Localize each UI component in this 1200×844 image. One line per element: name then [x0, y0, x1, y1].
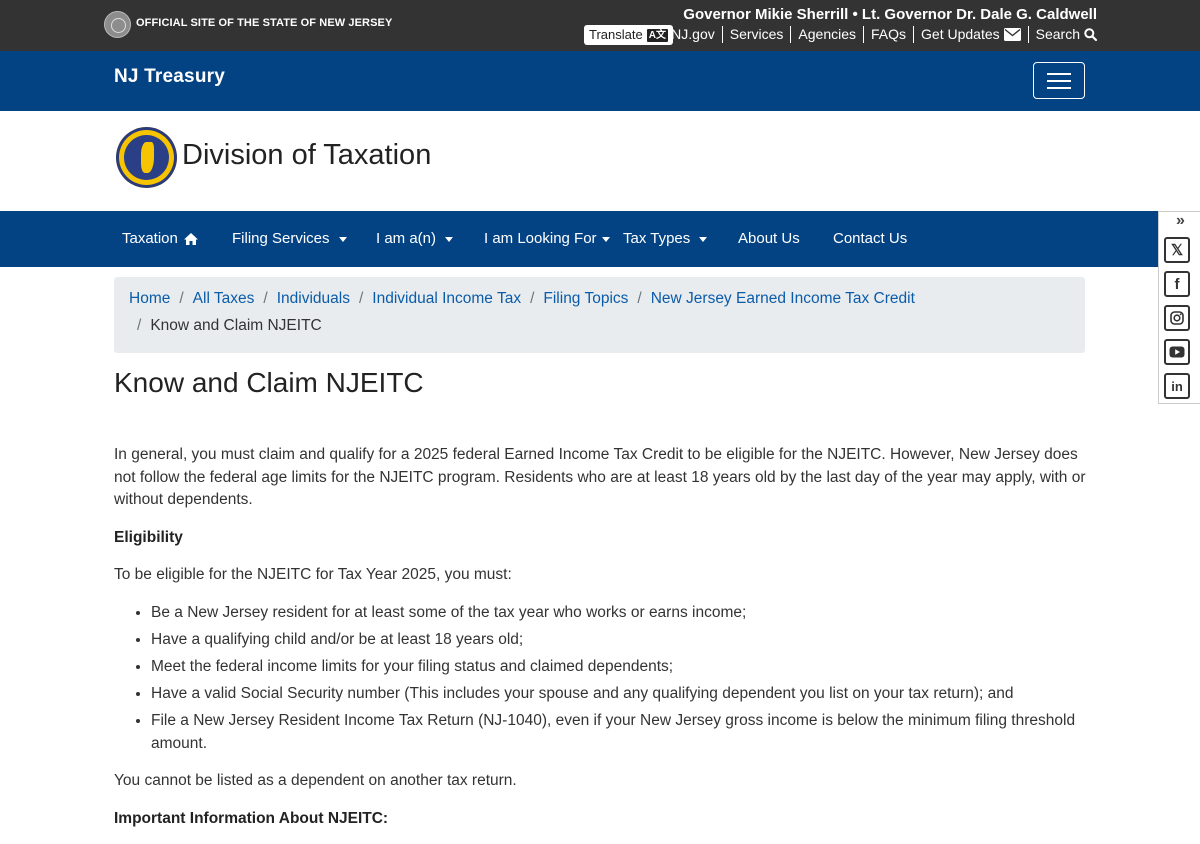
- breadcrumb-separator: /: [179, 290, 184, 307]
- njgov-link[interactable]: NJ.gov: [664, 26, 722, 43]
- services-link[interactable]: Services: [721, 26, 791, 43]
- breadcrumb-separator: /: [263, 290, 268, 307]
- agencies-link[interactable]: Agencies: [790, 26, 863, 43]
- nav-looking-for[interactable]: I am Looking For: [484, 211, 610, 267]
- top-utility-links: NJ.gov Services Agencies FAQs Get Update…: [664, 26, 1097, 43]
- nav-contact-us-label: Contact Us: [833, 230, 908, 247]
- dependent-note: You cannot be listed as a dependent on a…: [114, 772, 517, 789]
- faqs-link-label: FAQs: [871, 26, 907, 42]
- official-site-label: OFFICIAL SITE OF THE STATE OF NEW JERSEY: [136, 17, 393, 29]
- nj-state-seal-icon: [104, 11, 131, 38]
- main-navigation: Taxation Filing Services I am a(n) I am …: [0, 211, 1200, 267]
- envelope-icon: [1003, 28, 1021, 41]
- list-item: Have a valid Social Security number (Thi…: [151, 683, 1111, 706]
- collapse-chevron-icon[interactable]: »: [1176, 212, 1185, 230]
- services-link-label: Services: [729, 26, 784, 42]
- state-top-bar: OFFICIAL SITE OF THE STATE OF NEW JERSEY…: [0, 0, 1200, 51]
- eligibility-heading: Eligibility: [114, 529, 183, 546]
- nav-i-am-a-label: I am a(n): [376, 230, 437, 247]
- nav-i-am-a[interactable]: I am a(n): [376, 211, 454, 267]
- division-title-link[interactable]: Division of Taxation: [182, 139, 431, 172]
- eligibility-lead: To be eligible for the NJEITC for Tax Ye…: [114, 566, 512, 583]
- intro-paragraph: In general, you must claim and qualify f…: [114, 446, 1086, 508]
- nav-tax-types[interactable]: Tax Types: [623, 211, 708, 267]
- list-item: Meet the federal income limits for your …: [151, 656, 1111, 679]
- nav-about-us-label: About Us: [738, 230, 800, 247]
- hamburger-menu-icon[interactable]: [1033, 62, 1085, 99]
- eligibility-requirements-list: Be a New Jersey resident for at least so…: [114, 602, 1111, 760]
- search-link[interactable]: Search: [1027, 26, 1097, 43]
- chevron-down-icon: [445, 236, 454, 242]
- nav-tax-types-label: Tax Types: [623, 230, 691, 247]
- breadcrumb-all-taxes[interactable]: All Taxes: [193, 290, 255, 308]
- list-item: Have a qualifying child and/or be at lea…: [151, 629, 1111, 652]
- nav-filing-services-label: Filing Services: [232, 230, 330, 247]
- youtube-icon[interactable]: [1164, 339, 1190, 365]
- division-of-taxation-seal-icon: [116, 127, 177, 188]
- nav-filing-services[interactable]: Filing Services: [232, 211, 347, 267]
- home-icon: [183, 233, 198, 245]
- breadcrumb: Home / All Taxes / Individuals / Individ…: [114, 277, 1085, 353]
- get-updates-label: Get Updates: [921, 26, 1000, 42]
- breadcrumb-filing-topics[interactable]: Filing Topics: [543, 290, 628, 308]
- njgov-link-label: NJ.gov: [671, 26, 715, 42]
- breadcrumb-individual-income-tax[interactable]: Individual Income Tax: [372, 290, 521, 308]
- search-link-label: Search: [1035, 26, 1080, 42]
- important-info-heading: Important Information About NJEITC:: [114, 810, 389, 827]
- nav-taxation[interactable]: Taxation: [122, 211, 199, 267]
- page-title: Know and Claim NJEITC: [114, 367, 424, 398]
- breadcrumb-home[interactable]: Home: [129, 290, 170, 308]
- chevron-down-icon: [338, 236, 347, 242]
- nav-about-us[interactable]: About Us: [738, 211, 800, 267]
- social-sidebar: » 𝕏 f in: [1158, 211, 1200, 404]
- nj-treasury-link[interactable]: NJ Treasury: [114, 66, 225, 88]
- nav-contact-us[interactable]: Contact Us: [833, 211, 907, 267]
- chevron-down-icon: [699, 236, 708, 242]
- facebook-icon[interactable]: f: [1164, 271, 1190, 297]
- breadcrumb-separator: /: [637, 290, 642, 307]
- list-item: Be a New Jersey resident for at least so…: [151, 602, 1111, 625]
- breadcrumb-separator: /: [137, 317, 142, 334]
- nav-taxation-label: Taxation: [122, 230, 178, 247]
- breadcrumb-current: Know and Claim NJEITC: [150, 317, 322, 334]
- breadcrumb-individuals[interactable]: Individuals: [277, 290, 350, 308]
- breadcrumb-separator: /: [358, 290, 364, 307]
- breadcrumb-njeitc[interactable]: New Jersey Earned Income Tax Credit: [651, 290, 915, 308]
- treasury-header: NJ Treasury: [0, 51, 1200, 111]
- search-icon: [1084, 28, 1097, 41]
- translate-button[interactable]: Translate A文: [584, 25, 673, 45]
- faqs-link[interactable]: FAQs: [863, 26, 913, 43]
- translate-label: Translate: [589, 27, 643, 42]
- chevron-down-icon: [601, 236, 610, 242]
- x-twitter-icon[interactable]: 𝕏: [1164, 237, 1190, 263]
- linkedin-icon[interactable]: in: [1164, 373, 1190, 399]
- instagram-icon[interactable]: [1164, 305, 1190, 331]
- get-updates-link[interactable]: Get Updates: [913, 26, 1028, 43]
- breadcrumb-separator: /: [530, 290, 535, 307]
- nav-looking-for-label: I am Looking For: [484, 230, 597, 247]
- list-item: File a New Jersey Resident Income Tax Re…: [151, 710, 1111, 755]
- governor-line: Governor Mikie Sherrill • Lt. Governor D…: [683, 6, 1097, 23]
- agencies-link-label: Agencies: [798, 26, 857, 42]
